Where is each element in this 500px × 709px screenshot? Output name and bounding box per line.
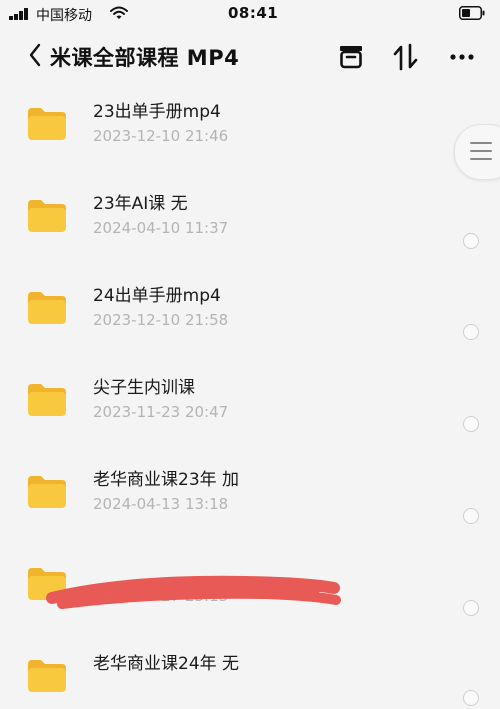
item-name: 23出单手册mp4	[93, 102, 221, 122]
select-radio[interactable]	[463, 600, 479, 616]
item-date: 2023-12-10 21:46	[93, 127, 229, 145]
chevron-left-icon[interactable]	[26, 42, 46, 68]
scroll-handle[interactable]	[454, 124, 500, 180]
folder-icon	[28, 292, 66, 324]
status-bar: 中国移动 08:41	[0, 0, 500, 28]
item-name: 老华商业课24年 无	[93, 654, 240, 674]
list-item[interactable]: 尖子生内训课 2023-11-23 20:47	[0, 364, 500, 456]
header: 米课全部课程 MP4	[0, 28, 500, 88]
more-dots-icon[interactable]	[448, 42, 478, 72]
battery-icon	[459, 6, 485, 20]
list-item[interactable]: 23年AI课 无 2024-04-10 11:37	[0, 180, 500, 272]
list-item[interactable]: 老华商业课23年 加 2024-04-13 13:18	[0, 456, 500, 548]
folder-icon	[28, 384, 66, 416]
select-radio[interactable]	[463, 324, 479, 340]
select-radio[interactable]	[463, 233, 479, 249]
item-date: 2023-12-10 21:58	[93, 311, 229, 329]
sort-arrows-icon[interactable]	[391, 42, 421, 72]
redaction-scribble	[46, 575, 341, 609]
list-item[interactable]: 24出单手册mp4 2023-12-10 21:58	[0, 272, 500, 364]
select-radio[interactable]	[463, 416, 479, 432]
item-date: 2024-04-10 11:37	[93, 219, 229, 237]
item-date: 2023-11-23 20:47	[93, 403, 229, 421]
folder-icon	[28, 108, 66, 140]
item-name: 老华商业课23年 加	[93, 470, 240, 490]
select-radio[interactable]	[463, 690, 479, 706]
file-list: 23出单手册mp4 2023-12-10 21:46 23年AI课 无 2024…	[0, 88, 500, 709]
folder-icon	[28, 660, 66, 692]
signal-icon	[9, 8, 31, 20]
menu-lines-icon	[470, 142, 492, 160]
clock: 08:41	[228, 4, 279, 22]
item-name: 尖子生内训课	[93, 378, 195, 398]
folder-icon	[28, 200, 66, 232]
list-item[interactable]: 23出单手册mp4 2023-12-10 21:46	[0, 88, 500, 180]
item-name: 24出单手册mp4	[93, 286, 221, 306]
item-name: 23年AI课 无	[93, 194, 188, 214]
folder-icon	[28, 476, 66, 508]
item-date: 2024-04-13 13:18	[93, 495, 229, 513]
wifi-icon	[110, 6, 128, 19]
carrier-name: 中国移动	[36, 8, 92, 24]
list-item[interactable]: 老华商业课24年 无	[0, 640, 500, 709]
select-radio[interactable]	[463, 508, 479, 524]
page-title: 米课全部课程 MP4	[50, 46, 240, 70]
archive-box-icon[interactable]	[336, 42, 366, 72]
